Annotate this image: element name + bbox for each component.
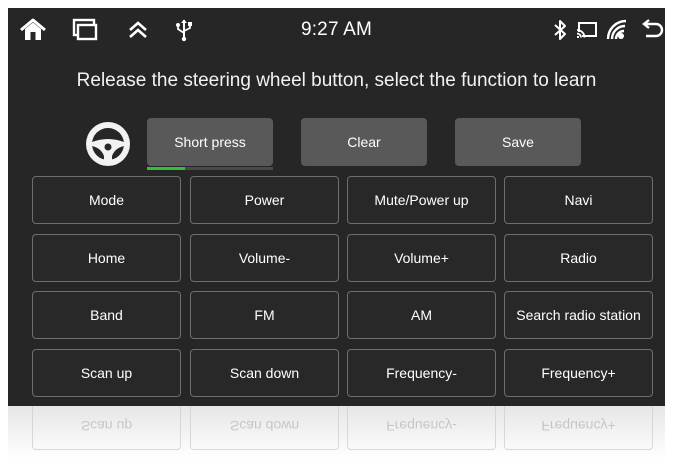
function-button[interactable]: Radio bbox=[504, 234, 653, 282]
function-button[interactable]: Power bbox=[190, 176, 339, 224]
function-button[interactable]: Mute/Power up bbox=[347, 176, 496, 224]
function-button[interactable]: Volume+ bbox=[347, 234, 496, 282]
back-icon[interactable] bbox=[640, 17, 664, 43]
bluetooth-icon bbox=[551, 17, 569, 43]
function-button[interactable]: Navi bbox=[504, 176, 653, 224]
clear-button[interactable]: Clear bbox=[301, 118, 427, 166]
cast-icon bbox=[576, 17, 598, 43]
function-button[interactable]: AM bbox=[347, 291, 496, 339]
reflection-button: Frequency- bbox=[347, 406, 496, 450]
reflection-button: Scan up bbox=[32, 406, 181, 450]
function-button[interactable]: Home bbox=[32, 234, 181, 282]
signal-icon bbox=[605, 17, 629, 43]
function-button[interactable]: Mode bbox=[32, 176, 181, 224]
function-button[interactable]: Frequency+ bbox=[504, 349, 653, 397]
press-progress-fill bbox=[147, 167, 185, 170]
function-button[interactable]: Frequency- bbox=[347, 349, 496, 397]
short-press-button[interactable]: Short press bbox=[147, 118, 273, 166]
function-button[interactable]: Search radio station bbox=[504, 291, 653, 339]
reflection-button: Frequency+ bbox=[504, 406, 653, 450]
status-bar: 9:27 AM bbox=[8, 8, 665, 52]
function-button[interactable]: Volume- bbox=[190, 234, 339, 282]
function-button[interactable]: Scan down bbox=[190, 349, 339, 397]
screen-reflection: Scan up Scan down Frequency- Frequency+ bbox=[8, 406, 665, 459]
press-progress-bar bbox=[147, 167, 273, 170]
function-button[interactable]: Band bbox=[32, 291, 181, 339]
function-button[interactable]: FM bbox=[190, 291, 339, 339]
steering-wheel-icon bbox=[84, 120, 132, 168]
save-button[interactable]: Save bbox=[455, 118, 581, 166]
function-button[interactable]: Scan up bbox=[32, 349, 181, 397]
reflection-button: Scan down bbox=[190, 406, 339, 450]
instruction-text: Release the steering wheel button, selec… bbox=[76, 70, 597, 91]
head-unit-screen: 9:27 AM Release the steering wheel butto… bbox=[8, 8, 665, 406]
